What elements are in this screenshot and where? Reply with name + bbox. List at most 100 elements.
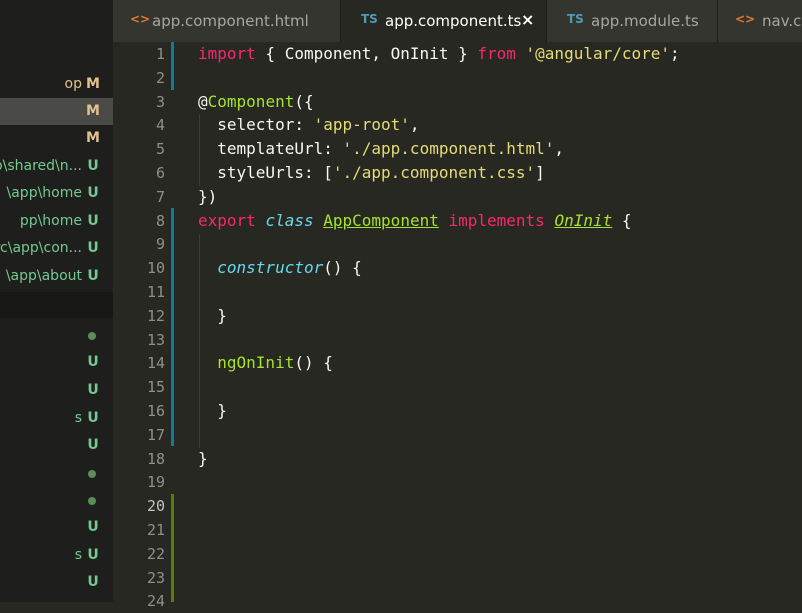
code-line: } xyxy=(198,399,227,423)
code-line: templateUrl: './app.component.html', xyxy=(198,137,564,161)
git-status-badge: U xyxy=(87,268,99,284)
changed-file-item[interactable]: sU xyxy=(0,405,113,432)
html-file-icon: <> xyxy=(735,12,756,26)
changed-file-path: rc\app\con... xyxy=(0,240,82,256)
line-number: 10 xyxy=(146,259,165,278)
line-number: 15 xyxy=(146,378,165,397)
git-status-badge: U xyxy=(87,410,99,426)
git-status-badge: M xyxy=(86,103,100,119)
changed-file-path: s xyxy=(74,410,82,426)
git-status-badge: U xyxy=(87,240,99,256)
changed-file-item[interactable]: U xyxy=(0,432,113,459)
line-number: 20 xyxy=(146,497,165,516)
changed-file-item[interactable] xyxy=(0,487,113,514)
git-status-badge: U xyxy=(87,574,99,590)
code-token: ({ xyxy=(294,91,314,111)
git-status-badge: U xyxy=(87,382,99,398)
editor-tab[interactable]: TS app.module.ts xyxy=(547,0,717,42)
changed-file-item[interactable]: M xyxy=(0,98,113,125)
code-line: @Component({ xyxy=(198,90,314,114)
close-icon[interactable]: × xyxy=(521,10,534,29)
changed-file-item[interactable]: rc\app\con... U xyxy=(0,235,113,262)
code-token: OnInit xyxy=(554,210,613,230)
changed-file-item[interactable] xyxy=(0,322,113,349)
editor-tab[interactable]: <> app.component.html xyxy=(113,0,340,42)
line-number: 9 xyxy=(155,235,165,254)
changed-file-item[interactable]: \app\about U xyxy=(0,263,113,290)
line-number: 8 xyxy=(155,211,165,230)
changed-file-item[interactable]: op M xyxy=(0,71,113,98)
git-status-badge: U xyxy=(87,437,99,453)
git-status-badge: M xyxy=(86,76,100,92)
changed-file-item[interactable]: sU xyxy=(0,542,113,569)
line-number: 5 xyxy=(155,140,165,159)
git-status-badge: U xyxy=(87,185,99,201)
code-token: } xyxy=(198,401,227,420)
code-line: export class AppComponent implements OnI… xyxy=(198,209,632,233)
code-token: { Component, OnInit } xyxy=(255,44,478,63)
status-dot-icon xyxy=(88,497,96,505)
status-dot-icon xyxy=(88,470,96,478)
editor-tab[interactable]: TS app.component.ts × xyxy=(341,0,546,42)
changed-file-item[interactable]: pp\home U xyxy=(0,208,113,235)
line-number: 23 xyxy=(146,568,165,587)
changed-file-path: \app\about xyxy=(5,268,82,284)
sidebar-section-divider xyxy=(0,292,113,318)
typescript-file-icon: TS xyxy=(361,12,378,26)
line-number-gutter: 1 2 3 4 5 6 7 8 9 10 11 12 13 14 15 16 17 18 19 20 21 22 23 24 xyxy=(113,42,173,610)
tab-label: app.component.ts xyxy=(385,12,522,30)
line-number: 6 xyxy=(155,164,165,182)
git-status-badge: U xyxy=(87,519,99,535)
git-status-badge: U xyxy=(87,213,99,229)
tab-label: nav.co xyxy=(762,12,802,30)
line-number: 18 xyxy=(146,449,165,468)
editor-tab-bar: <> app.component.html TS app.component.ts × T… xyxy=(113,0,802,42)
line-number: 22 xyxy=(146,544,165,563)
sidebar-header xyxy=(0,0,113,42)
code-line: styleUrls: ['./app.component.css'] xyxy=(198,161,545,185)
code-line: } xyxy=(198,447,208,471)
code-token: constructor xyxy=(217,258,324,278)
html-file-icon: <> xyxy=(130,12,151,26)
changed-file-item[interactable]: U xyxy=(0,514,113,541)
changed-file-item[interactable] xyxy=(0,460,113,487)
code-token: , xyxy=(409,115,420,135)
code-token: { xyxy=(612,210,632,230)
line-number: 24 xyxy=(146,592,165,611)
line-number: 17 xyxy=(146,425,165,444)
changed-file-item[interactable]: op\shared\n... U xyxy=(0,153,113,180)
changed-file-item[interactable]: U xyxy=(0,569,113,596)
code-token: 'app-root' xyxy=(313,115,410,135)
code-token: Component xyxy=(207,91,295,111)
gutter-modified-marker xyxy=(171,42,174,90)
line-number: 3 xyxy=(155,92,165,111)
git-status-badge: U xyxy=(87,158,99,174)
code-line: constructor() { xyxy=(198,256,362,280)
changed-file-path: op xyxy=(64,76,82,92)
changed-file-item[interactable]: \app\home U xyxy=(0,180,113,207)
code-editor[interactable]: import { Component, OnInit } from '@angu… xyxy=(198,42,802,602)
editor-tab[interactable]: <> nav.co xyxy=(718,0,802,42)
status-dot-icon xyxy=(88,332,96,340)
changed-file-item[interactable]: U xyxy=(0,377,113,404)
changed-file-item[interactable]: U xyxy=(0,349,113,376)
code-token: ngOnInit xyxy=(217,353,295,373)
code-token: () { xyxy=(323,258,362,278)
line-number: 11 xyxy=(146,283,165,301)
line-number: 12 xyxy=(146,306,165,325)
line-number: 19 xyxy=(146,473,165,492)
code-token: } xyxy=(198,448,208,468)
code-line: } xyxy=(198,304,227,328)
code-line: import { Component, OnInit } from '@angu… xyxy=(198,42,680,66)
code-token: './app.component.html' xyxy=(342,139,555,159)
code-token: './app.component.css' xyxy=(332,163,536,182)
line-number: 4 xyxy=(155,116,165,135)
changed-file-item[interactable]: M xyxy=(0,125,113,152)
changed-file-path: pp\home xyxy=(19,213,82,229)
code-token: implements xyxy=(448,210,545,230)
line-number: 7 xyxy=(155,187,165,206)
